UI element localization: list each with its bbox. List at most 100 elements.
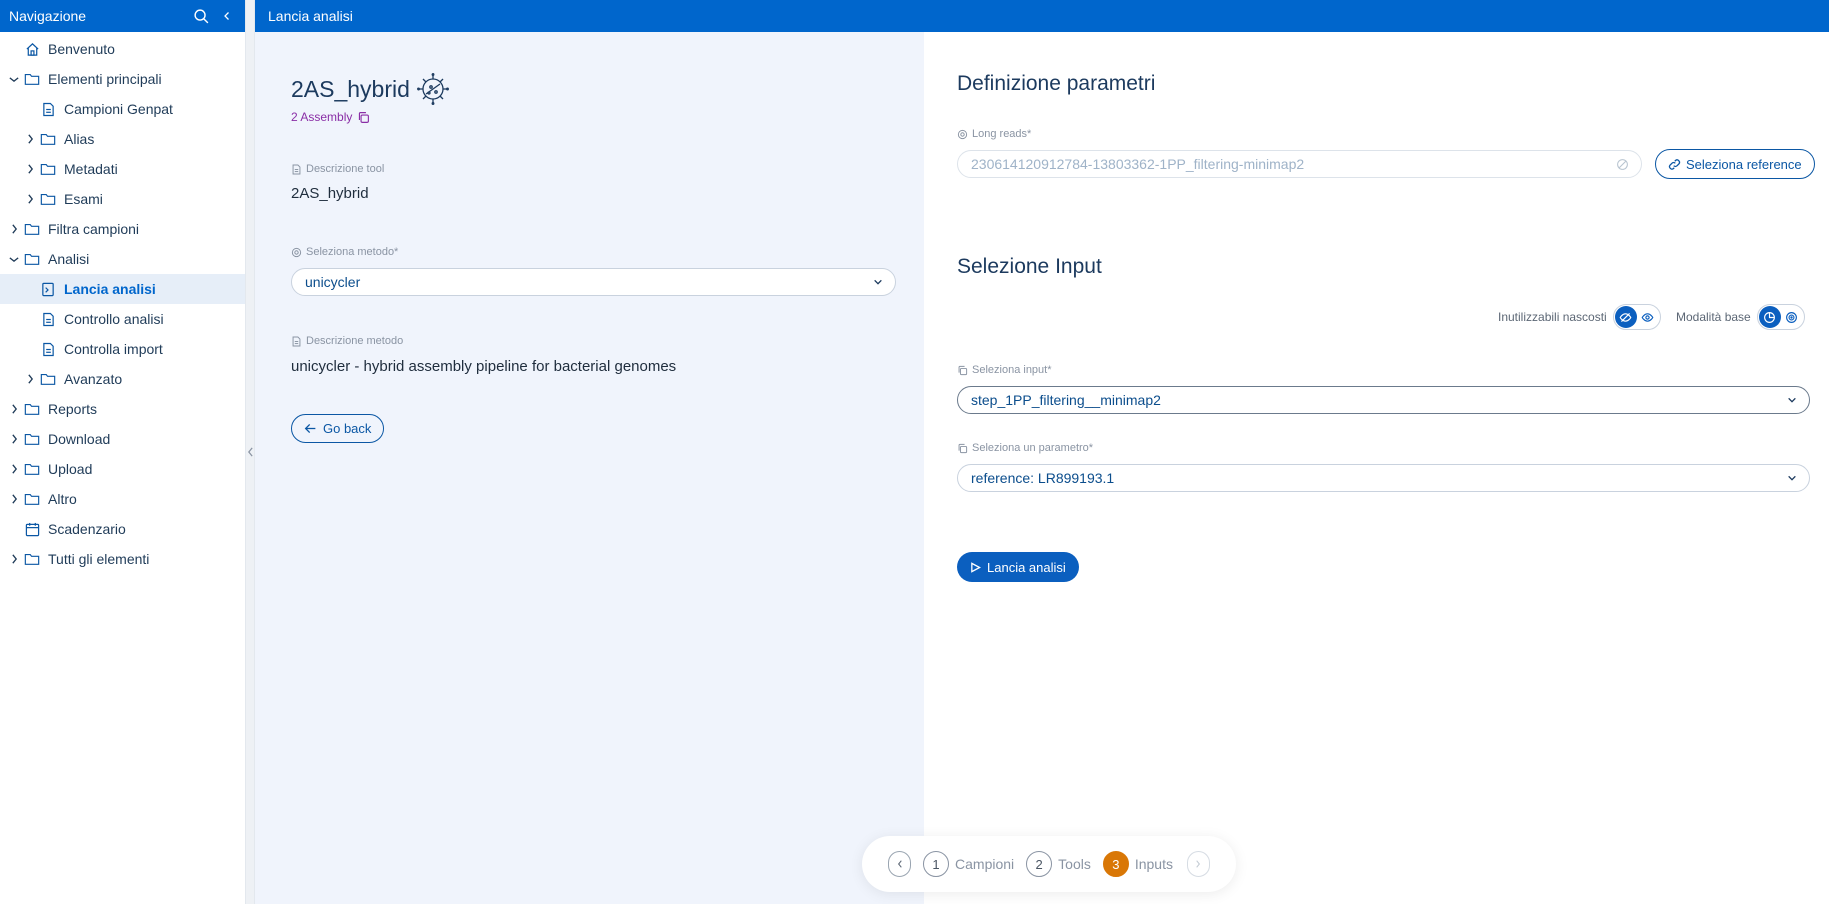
sidebar-item-tutti-gli-elementi[interactable]: Tutti gli elementi — [0, 544, 245, 574]
terminal-icon — [40, 281, 56, 297]
method-description-block: Descrizione metodo unicycler - hybrid as… — [291, 335, 676, 375]
sidebar-item-campioni-genpat[interactable]: Campioni Genpat — [0, 94, 245, 124]
sidebar-item-metadati[interactable]: Metadati — [0, 154, 245, 184]
search-icon[interactable] — [192, 7, 210, 25]
tool-title: 2AS_hybrid — [291, 72, 450, 106]
long-reads-value: 230614120912784-13803362-1PP_filtering-m… — [971, 156, 1305, 172]
launch-analysis-label: Lancia analisi — [987, 559, 1066, 575]
folder-icon — [24, 551, 40, 567]
hidden-unusable-label: Inutilizzabili nascosti — [1498, 310, 1607, 324]
param-select-value: reference: LR899193.1 — [971, 470, 1115, 486]
chevron-right-icon[interactable] — [24, 133, 36, 145]
sidebar-item-analisi[interactable]: Analisi — [0, 244, 245, 274]
chevron-right-icon[interactable] — [24, 193, 36, 205]
copy-icon[interactable] — [357, 111, 370, 124]
step-inputs[interactable]: 3 Inputs — [1102, 851, 1173, 877]
method-label-row: Seleziona metodo* — [291, 246, 398, 258]
step-tools[interactable]: 2 Tools — [1026, 851, 1091, 877]
page-title: Lancia analisi — [268, 8, 353, 24]
sidebar-item-lancia-analisi[interactable]: Lancia analisi — [0, 274, 245, 304]
pie-chart-icon[interactable] — [1758, 306, 1781, 328]
sidebar-item-label: Lancia analisi — [64, 281, 156, 297]
launch-analysis-button[interactable]: Lancia analisi — [957, 552, 1079, 582]
sidebar-item-esami[interactable]: Esami — [0, 184, 245, 214]
folder-icon — [40, 131, 56, 147]
sidebar-item-benvenuto[interactable]: Benvenuto — [0, 34, 245, 64]
step-campioni[interactable]: 1 Campioni — [923, 851, 1014, 877]
sidebar-item-filtra-campioni[interactable]: Filtra campioni — [0, 214, 245, 244]
eye-icon[interactable] — [1637, 306, 1659, 328]
sidebar-item-altro[interactable]: Altro — [0, 484, 245, 514]
stepper-steps: 1 Campioni 2 Tools 3 Inputs — [911, 851, 1173, 877]
step-number: 2 — [1026, 851, 1053, 877]
arrow-left-icon — [304, 422, 317, 435]
base-mode-toggle[interactable] — [1756, 304, 1805, 330]
sidebar-item-alias[interactable]: Alias — [0, 124, 245, 154]
step-number: 1 — [923, 851, 950, 877]
sidebar-item-avanzato[interactable]: Avanzato — [0, 364, 245, 394]
method-select[interactable]: unicycler — [291, 268, 896, 296]
method-label: Seleziona metodo* — [306, 246, 399, 258]
long-reads-field: 230614120912784-13803362-1PP_filtering-m… — [957, 150, 1642, 178]
chevron-right-icon[interactable] — [8, 403, 20, 415]
sidebar-item-controlla-import[interactable]: Controlla import — [0, 334, 245, 364]
chevron-right-icon[interactable] — [8, 433, 20, 445]
copy-icon — [957, 443, 968, 454]
sidebar-item-label: Tutti gli elementi — [48, 551, 150, 567]
stepper-prev-button[interactable] — [888, 851, 912, 877]
sidebar-resize-handle[interactable] — [246, 0, 255, 904]
sidebar-item-label: Analisi — [48, 251, 90, 267]
tool-description-label: Descrizione tool — [306, 163, 385, 175]
sidebar-item-upload[interactable]: Upload — [0, 454, 245, 484]
sidebar-item-label: Reports — [48, 401, 98, 417]
wizard-stepper: 1 Campioni 2 Tools 3 Inputs — [862, 836, 1236, 892]
document-icon — [40, 101, 56, 117]
input-label: Seleziona input* — [972, 364, 1052, 376]
sidebar-item-controllo-analisi[interactable]: Controllo analisi — [0, 304, 245, 334]
tool-description: 2AS_hybrid — [291, 185, 369, 202]
folder-icon — [24, 401, 40, 417]
chevron-right-icon[interactable] — [8, 463, 20, 475]
sidebar-item-label: Esami — [64, 191, 103, 207]
step-label: Inputs — [1134, 856, 1173, 872]
chevron-down-icon[interactable] — [8, 253, 20, 265]
sidebar-item-label: Download — [48, 431, 111, 447]
sidebar-item-reports[interactable]: Reports — [0, 394, 245, 424]
long-reads-label: Long reads* — [972, 128, 1032, 140]
stepper-next-button[interactable] — [1186, 851, 1210, 877]
sidebar-item-label: Benvenuto — [48, 41, 115, 57]
chevron-down-icon — [1787, 395, 1797, 405]
param-select[interactable]: reference: LR899193.1 — [957, 464, 1810, 492]
target-icon[interactable] — [1781, 306, 1803, 328]
chevron-right-icon[interactable] — [8, 553, 20, 565]
sidebar-item-download[interactable]: Download — [0, 424, 245, 454]
chevron-right-icon[interactable] — [24, 373, 36, 385]
navigation-sidebar: Navigazione Benvenuto Elementi principali… — [0, 0, 246, 904]
eye-off-icon[interactable] — [1614, 306, 1637, 328]
play-icon — [970, 561, 981, 573]
sidebar-item-scadenzario[interactable]: Scadenzario — [0, 514, 245, 544]
link-icon — [1668, 158, 1681, 171]
method-description: unicycler - hybrid assembly pipeline for… — [291, 358, 677, 375]
calendar-icon — [24, 521, 40, 537]
chevron-right-icon[interactable] — [8, 493, 20, 505]
document-icon — [40, 311, 56, 327]
chevron-down-icon[interactable] — [8, 73, 20, 85]
tool-category: 2 Assembly — [291, 110, 353, 124]
sidebar-item-elementi-principali[interactable]: Elementi principali — [0, 64, 245, 94]
sidebar-item-label: Filtra campioni — [48, 221, 140, 237]
gear-icon — [291, 247, 302, 258]
input-select[interactable]: step_1PP_filtering__minimap2 — [957, 386, 1810, 414]
chevron-right-icon[interactable] — [8, 223, 20, 235]
step-number: 3 — [1102, 851, 1129, 877]
params-section-title: Definizione parametri — [957, 72, 1156, 95]
collapse-sidebar-icon[interactable] — [218, 7, 236, 25]
select-reference-button[interactable]: Seleziona reference — [1655, 149, 1815, 179]
document-icon — [291, 164, 302, 175]
chevron-right-icon[interactable] — [24, 163, 36, 175]
hidden-unusable-toggle[interactable] — [1612, 304, 1661, 330]
go-back-button[interactable]: Go back — [291, 414, 385, 443]
folder-icon — [24, 461, 40, 477]
base-mode-label: Modalità base — [1676, 310, 1751, 324]
hidden-unusable-toggle-group: Inutilizzabili nascosti — [1498, 304, 1661, 330]
